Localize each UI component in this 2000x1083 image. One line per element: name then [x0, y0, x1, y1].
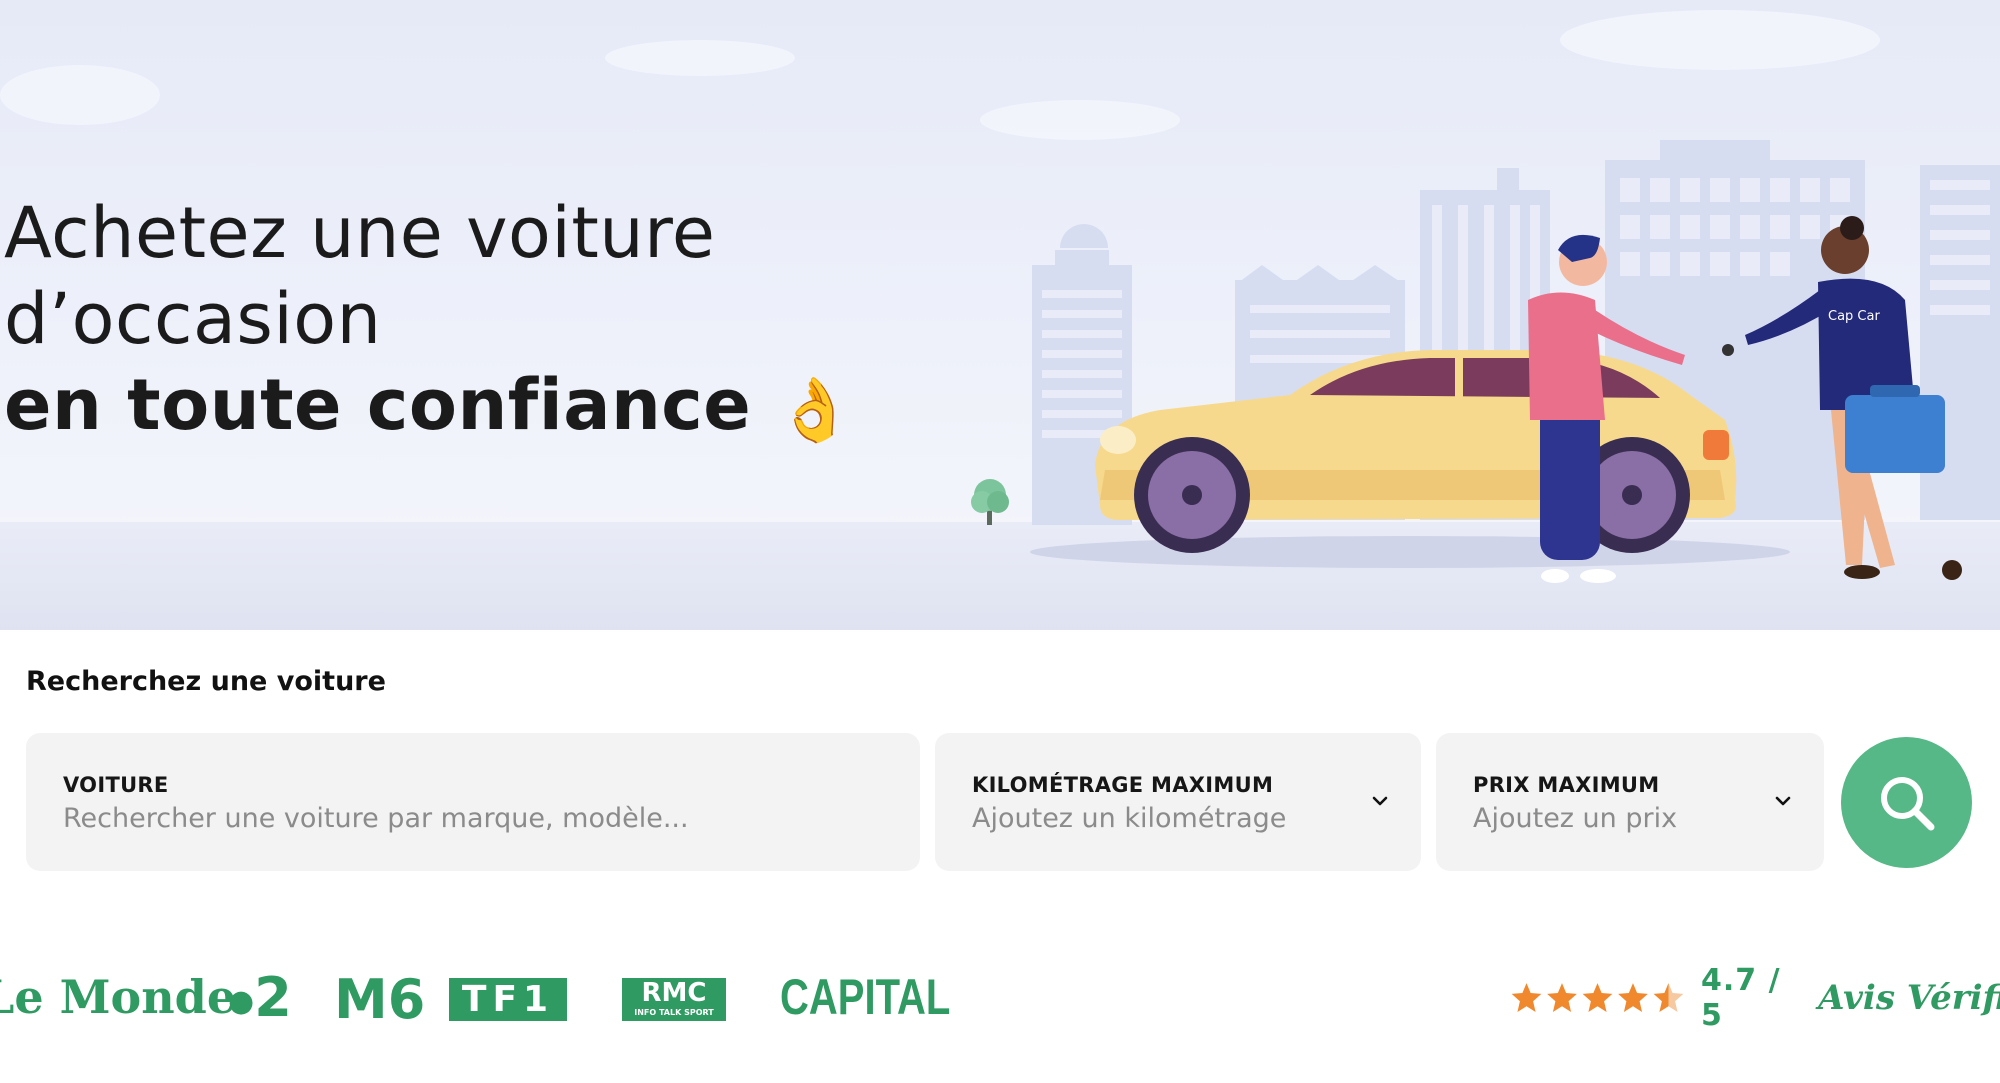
- search-icon: [1880, 776, 1934, 830]
- rating-stars-icon: [1511, 983, 1684, 1013]
- hero-headline: Achetez une voiture d’occasion en toute …: [4, 190, 904, 453]
- svg-text:Cap Car: Cap Car: [1828, 309, 1880, 324]
- mileage-field-label: KILOMÉTRAGE MAXIMUM: [972, 773, 1274, 797]
- hero-banner: Cap Car Achetez une voiture d’occasion e…: [0, 0, 2000, 630]
- logo-france-2: ●2: [228, 966, 292, 1029]
- price-select[interactable]: PRIX MAXIMUM: [1436, 733, 1824, 871]
- car-search-field[interactable]: VOITURE: [26, 733, 920, 871]
- chevron-down-icon[interactable]: [1372, 795, 1388, 807]
- hero-line-3: en toute confiance 👌: [4, 362, 904, 453]
- rating-value: 4.7 / 5: [1700, 963, 1781, 1033]
- price-field-label: PRIX MAXIMUM: [1473, 773, 1660, 797]
- hero-line-3-text: en toute confiance: [4, 364, 752, 446]
- car-field-label: VOITURE: [63, 773, 169, 797]
- mileage-input[interactable]: [972, 803, 1313, 834]
- price-input[interactable]: [1473, 803, 1730, 834]
- ok-hand-icon: 👌: [776, 372, 854, 446]
- hero-line-1: Achetez une voiture: [4, 192, 716, 274]
- logo-le-monde: Le Monde: [0, 970, 237, 1024]
- logo-rmc-text: RMC: [641, 978, 707, 1008]
- logo-capital: CAPITAL: [780, 969, 951, 1025]
- logo-rmc-sub: INFO TALK SPORT: [634, 1008, 714, 1017]
- hero-line-2: d’occasion: [4, 278, 382, 360]
- tree-icon: [971, 479, 1009, 525]
- rating-widget: 4.7 / 5 Avis Vérifiés: [1510, 963, 2000, 1033]
- search-panel: Recherchez une voiture VOITURE KILOMÉTRA…: [0, 630, 2000, 908]
- chevron-down-icon[interactable]: [1775, 795, 1791, 807]
- logo-france-2-text: 2: [254, 966, 292, 1029]
- car-search-input[interactable]: [63, 803, 779, 834]
- search-button[interactable]: [1841, 737, 1972, 868]
- car-illustration: [1095, 350, 1737, 553]
- search-title: Recherchez une voiture: [26, 666, 386, 697]
- logo-m6: M6: [334, 968, 426, 1031]
- mileage-select[interactable]: KILOMÉTRAGE MAXIMUM: [935, 733, 1421, 871]
- media-strip: Le Monde ●2 M6 TF1 RMC INFO TALK SPORT C…: [0, 908, 2000, 1083]
- logo-tf1: TF1: [449, 978, 567, 1021]
- avis-verifies-logo: Avis Vérifiés: [1818, 978, 2000, 1018]
- logo-rmc: RMC INFO TALK SPORT: [622, 978, 726, 1021]
